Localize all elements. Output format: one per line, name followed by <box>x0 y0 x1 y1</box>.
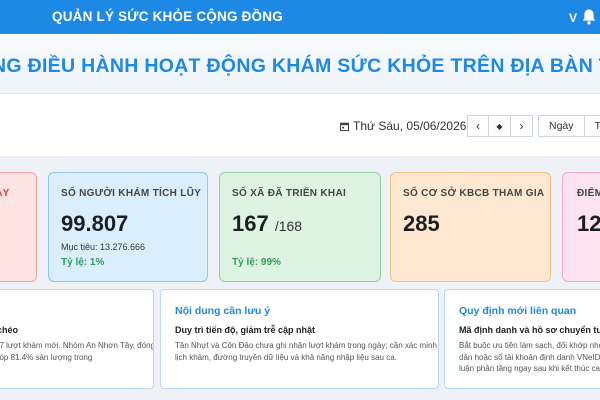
stat-card-value-main: 167 <box>232 211 269 236</box>
stat-card-cumulative[interactable]: SỐ NGƯỜI KHÁM TÍCH LŨY 99.807 Mục tiêu: … <box>48 172 208 282</box>
stat-card-value: 12 <box>577 211 600 236</box>
panel-title: Nội dung cần lưu ý <box>175 305 271 317</box>
date-toolbar: Thứ Sáu, 05/06/2026 ‹ ◆ › Ngày Tu <box>0 94 600 156</box>
top-app-bar: QUẢN LÝ SỨC KHỎE CỘNG ĐỒNG V <box>0 0 600 34</box>
view-switcher: Ngày Tu <box>538 115 600 137</box>
page-banner: NG ĐIỀU HÀNH HOẠT ĐỘNG KHÁM SỨC KHỎE TRÊ… <box>0 34 600 94</box>
info-panel-regulations: Quy định mới liên quan Mã định danh và h… <box>444 289 600 389</box>
panel-text: Bắt buộc ưu tiên làm sạch, đối khớp nhó … <box>459 341 600 373</box>
stat-card-value: 99.807 <box>61 211 129 236</box>
stat-card-label: SỐ NGƯỜI KHÁM TÍCH LŨY <box>61 188 202 199</box>
panel-text: Tân Nhựt và Côn Đảo chưa ghi nhận lượt k… <box>175 341 437 362</box>
panel-subtitle: chéo <box>0 325 19 335</box>
stat-card-rate: Tỷ lệ: 1% <box>61 257 105 268</box>
view-week-button[interactable]: Tu <box>584 115 600 137</box>
page-title: NG ĐIỀU HÀNH HOẠT ĐỘNG KHÁM SỨC KHỎE TRÊ… <box>0 55 600 77</box>
stat-card-communes[interactable]: SỐ XÃ ĐÃ TRIỂN KHAI 167 /168 Tỷ lệ: 99% <box>219 172 381 282</box>
bell-icon[interactable] <box>581 8 597 26</box>
stat-card-value-total: /168 <box>274 218 303 234</box>
app-title[interactable]: QUẢN LÝ SỨC KHỎE CỘNG ĐỒNG <box>52 9 283 24</box>
info-panel-cross-check: chéo 97 lượt khám mới. Nhóm An Nhơn Tây,… <box>0 289 154 389</box>
panel-title: Quy định mới liên quan <box>459 305 577 317</box>
stat-card-points[interactable]: ĐIỂM 12 <box>562 172 600 282</box>
chevron-left-icon: ‹ <box>476 119 480 133</box>
stat-card-label: SỐ CƠ SỞ KBCB THAM GIA <box>403 188 545 199</box>
stat-card-value: 167 /168 <box>232 211 302 237</box>
stat-card-label: SỐ XÃ ĐÃ TRIỂN KHAI <box>232 188 347 199</box>
next-day-button[interactable]: › <box>511 115 533 137</box>
stat-card-facilities[interactable]: SỐ CƠ SỞ KBCB THAM GIA 285 <box>390 172 551 282</box>
panel-subtitle: Duy trì tiến độ, giảm trễ cập nhật <box>175 325 316 335</box>
date-navigation: ‹ ◆ › <box>467 115 533 137</box>
calendar-icon <box>340 122 349 131</box>
chevron-right-icon: › <box>519 119 524 133</box>
stat-card-value: 285 <box>403 211 440 236</box>
info-panel-notes: Nội dung cần lưu ý Duy trì tiến độ, giảm… <box>160 289 439 389</box>
stat-card-target: Mục tiêu: 13.276.666 <box>61 242 146 252</box>
today-icon: ◆ <box>496 121 503 131</box>
prev-day-button[interactable]: ‹ <box>467 115 489 137</box>
current-date: Thứ Sáu, 05/06/2026 <box>340 119 466 133</box>
stat-card-rate: Tỷ lệ: 99% <box>232 257 281 268</box>
panel-text: 97 lượt khám mới. Nhóm An Nhơn Tây, đóng… <box>0 341 154 362</box>
stat-card-label: GÀY <box>0 188 10 199</box>
view-day-button[interactable]: Ngày <box>538 115 585 137</box>
stat-card-label: ĐIỂM <box>577 188 600 199</box>
current-date-text: Thứ Sáu, 05/06/2026 <box>353 119 467 133</box>
header-edge-text[interactable]: V <box>569 11 577 25</box>
today-button[interactable]: ◆ <box>489 115 511 137</box>
stat-card-daily[interactable]: GÀY ệ <box>0 172 37 282</box>
panel-subtitle: Mã định danh và hồ sơ chuyển tuyến <box>459 325 600 335</box>
